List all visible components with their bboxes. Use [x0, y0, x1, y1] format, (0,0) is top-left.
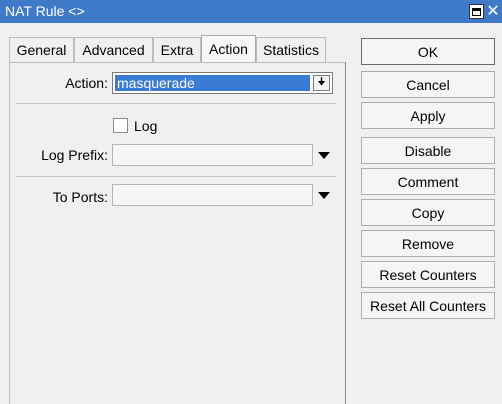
dropdown-arrow-icon[interactable]: 🠋	[313, 75, 330, 91]
title-bar[interactable]: NAT Rule <> ✕	[0, 0, 502, 23]
tab-extra[interactable]: Extra	[153, 37, 201, 62]
to-ports-dropdown-icon[interactable]	[318, 192, 330, 199]
to-ports-label: To Ports:	[52, 189, 108, 205]
log-label: Log	[134, 118, 158, 134]
disable-button[interactable]: Disable	[361, 137, 495, 164]
panel-separator	[345, 62, 346, 404]
log-prefix-dropdown-icon[interactable]	[318, 152, 330, 159]
reset-all-counters-button[interactable]: Reset All Counters	[361, 292, 495, 319]
log-checkbox[interactable]	[113, 118, 128, 133]
tab-advanced[interactable]: Advanced	[74, 37, 153, 62]
log-prefix-input[interactable]	[112, 144, 313, 166]
action-label: Action:	[65, 75, 108, 91]
log-prefix-label: Log Prefix:	[41, 147, 108, 163]
comment-button[interactable]: Comment	[361, 168, 495, 195]
tab-panel-left-border	[9, 62, 10, 404]
divider	[16, 176, 336, 177]
tab-action[interactable]: Action	[201, 35, 256, 62]
divider	[16, 103, 336, 104]
remove-button[interactable]: Remove	[361, 230, 495, 257]
cancel-button[interactable]: Cancel	[361, 71, 495, 98]
ok-button[interactable]: OK	[361, 38, 495, 65]
tab-statistics[interactable]: Statistics	[256, 37, 326, 62]
close-icon: ✕	[486, 2, 500, 20]
reset-counters-button[interactable]: Reset Counters	[361, 261, 495, 288]
tab-general[interactable]: General	[9, 37, 74, 62]
copy-button[interactable]: Copy	[361, 199, 495, 226]
action-select[interactable]: masquerade 🠋	[112, 72, 333, 94]
maximize-button[interactable]	[469, 4, 484, 19]
action-selected-value: masquerade	[115, 75, 310, 91]
close-button[interactable]: ✕	[484, 2, 502, 20]
tab-panel-border	[9, 62, 346, 63]
apply-button[interactable]: Apply	[361, 102, 495, 129]
window-title: NAT Rule <>	[5, 3, 85, 19]
to-ports-input[interactable]	[112, 184, 313, 206]
maximize-icon	[472, 7, 481, 16]
